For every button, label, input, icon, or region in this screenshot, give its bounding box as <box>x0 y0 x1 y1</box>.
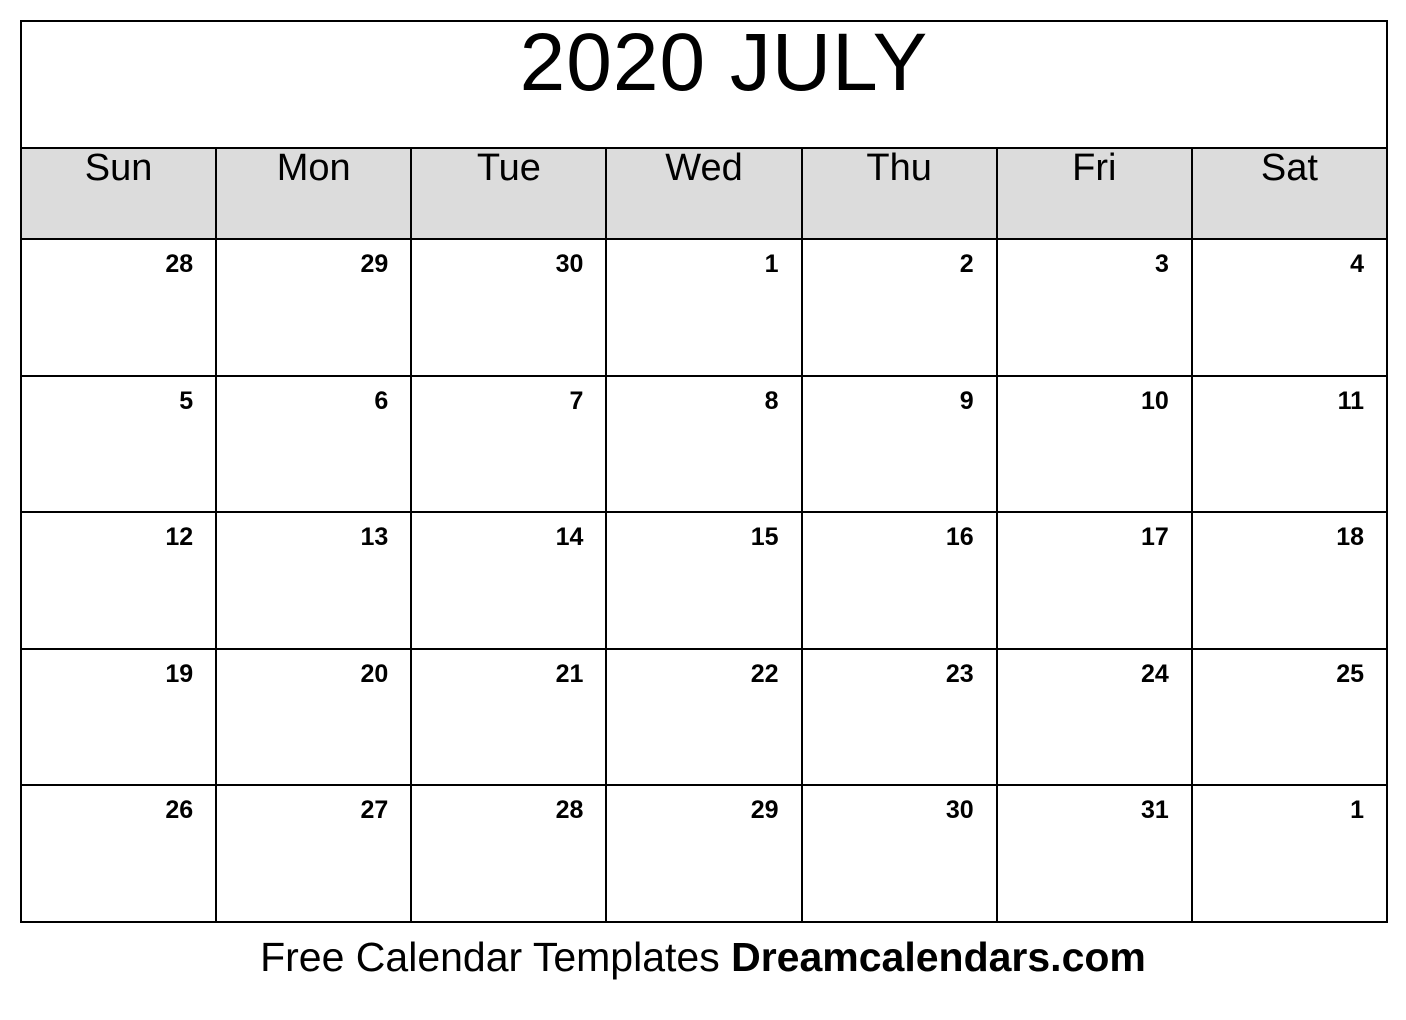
calendar-week-row: 19 20 21 22 23 24 25 <box>19 647 1389 787</box>
weekday-label: Wed <box>665 147 743 190</box>
weekday-label: Tue <box>476 147 541 190</box>
day-number: 7 <box>569 386 584 415</box>
calendar-week-row: 12 13 14 15 16 17 18 <box>19 511 1389 650</box>
day-number: 20 <box>360 659 389 688</box>
day-number: 6 <box>374 386 389 415</box>
day-cell[interactable]: 26 <box>19 784 218 923</box>
day-cell[interactable]: 31 <box>995 784 1193 923</box>
day-number: 27 <box>360 796 389 825</box>
day-cell[interactable]: 25 <box>1190 647 1389 787</box>
day-number: 30 <box>555 250 584 279</box>
day-cell[interactable]: 15 <box>605 511 803 650</box>
day-number: 22 <box>750 659 779 688</box>
day-cell[interactable]: 28 <box>410 784 608 923</box>
day-number: 19 <box>165 659 194 688</box>
day-number: 30 <box>945 796 974 825</box>
weekday-header-fri: Fri <box>995 147 1193 241</box>
day-cell[interactable]: 22 <box>605 647 803 787</box>
footer-brand: Dreamcalendars.com <box>731 934 1146 980</box>
day-number: 21 <box>555 659 584 688</box>
weekday-label: Thu <box>866 147 932 190</box>
day-number: 3 <box>1154 250 1169 279</box>
weekday-header-thu: Thu <box>800 147 998 241</box>
day-number: 10 <box>1141 386 1169 415</box>
day-number: 29 <box>750 796 779 825</box>
day-number: 2 <box>959 250 974 279</box>
day-number: 5 <box>179 386 194 415</box>
day-cell[interactable]: 20 <box>215 647 413 787</box>
day-cell[interactable]: 28 <box>19 238 218 377</box>
day-number: 23 <box>945 659 974 688</box>
page-title: 2020 JULY <box>519 17 929 108</box>
weekday-label: Sun <box>84 147 153 190</box>
day-cell[interactable]: 29 <box>215 238 413 377</box>
weekday-header-row: Sun Mon Tue Wed Thu Fri Sat <box>19 147 1389 241</box>
day-cell[interactable]: 4 <box>1190 238 1389 377</box>
day-number: 28 <box>555 796 584 825</box>
day-cell[interactable]: 13 <box>215 511 413 650</box>
day-cell[interactable]: 24 <box>995 647 1193 787</box>
day-cell[interactable]: 16 <box>800 511 998 650</box>
calendar-week-row: 26 27 28 29 30 31 1 <box>19 784 1389 923</box>
day-number: 8 <box>764 386 779 415</box>
calendar-title-cell: 2020 JULY <box>20 17 1388 150</box>
footer-spacer <box>720 934 731 980</box>
day-cell[interactable]: 17 <box>995 511 1193 650</box>
day-number: 12 <box>165 523 194 552</box>
day-cell[interactable]: 1 <box>605 238 803 377</box>
day-number: 17 <box>1141 523 1169 552</box>
calendar-page: 2020 JULY Sun Mon Tue Wed Thu Fri Sat 28… <box>0 0 1406 1020</box>
day-number: 28 <box>165 250 194 279</box>
calendar-grid: 2020 JULY Sun Mon Tue Wed Thu Fri Sat 28… <box>19 17 1389 923</box>
day-cell[interactable]: 7 <box>410 374 608 514</box>
day-number: 13 <box>360 523 389 552</box>
day-cell[interactable]: 19 <box>19 647 218 787</box>
day-number: 18 <box>1336 523 1364 552</box>
day-number: 29 <box>360 250 389 279</box>
weekday-label: Mon <box>276 147 351 190</box>
day-cell[interactable]: 12 <box>19 511 218 650</box>
day-cell[interactable]: 27 <box>215 784 413 923</box>
day-number: 1 <box>1350 796 1364 825</box>
day-cell[interactable]: 30 <box>410 238 608 377</box>
day-cell[interactable]: 2 <box>800 238 998 377</box>
day-number: 1 <box>764 250 779 279</box>
day-cell[interactable]: 3 <box>995 238 1193 377</box>
day-number: 31 <box>1141 796 1169 825</box>
page-footer: Free Calendar Templates Dreamcalendars.c… <box>0 934 1406 981</box>
day-number: 24 <box>1141 659 1169 688</box>
day-number: 26 <box>165 796 194 825</box>
calendar-title-row: 2020 JULY <box>20 17 1388 150</box>
day-number: 16 <box>945 523 974 552</box>
day-cell[interactable]: 1 <box>1190 784 1389 923</box>
day-cell[interactable]: 8 <box>605 374 803 514</box>
day-cell[interactable]: 6 <box>215 374 413 514</box>
day-number: 14 <box>555 523 584 552</box>
day-cell[interactable]: 18 <box>1190 511 1389 650</box>
calendar-week-row: 5 6 7 8 9 10 11 <box>19 374 1389 514</box>
weekday-label: Fri <box>1072 147 1117 190</box>
day-number: 4 <box>1350 250 1364 279</box>
day-number: 11 <box>1337 386 1364 415</box>
day-cell[interactable]: 29 <box>605 784 803 923</box>
weekday-header-wed: Wed <box>605 147 803 241</box>
weekday-header-sun: Sun <box>19 147 218 241</box>
weekday-label: Sat <box>1260 147 1318 190</box>
weekday-header-tue: Tue <box>410 147 608 241</box>
day-cell[interactable]: 11 <box>1190 374 1389 514</box>
day-cell[interactable]: 21 <box>410 647 608 787</box>
day-cell[interactable]: 23 <box>800 647 998 787</box>
day-cell[interactable]: 14 <box>410 511 608 650</box>
day-number: 9 <box>959 386 974 415</box>
calendar-week-row: 28 29 30 1 2 3 4 <box>19 238 1389 377</box>
weekday-header-sat: Sat <box>1190 147 1389 241</box>
day-cell[interactable]: 30 <box>800 784 998 923</box>
weekday-header-mon: Mon <box>215 147 413 241</box>
day-number: 15 <box>750 523 779 552</box>
footer-tagline: Free Calendar Templates <box>260 934 720 980</box>
day-cell[interactable]: 9 <box>800 374 998 514</box>
day-cell[interactable]: 5 <box>19 374 218 514</box>
day-number: 25 <box>1336 659 1364 688</box>
day-cell[interactable]: 10 <box>995 374 1193 514</box>
